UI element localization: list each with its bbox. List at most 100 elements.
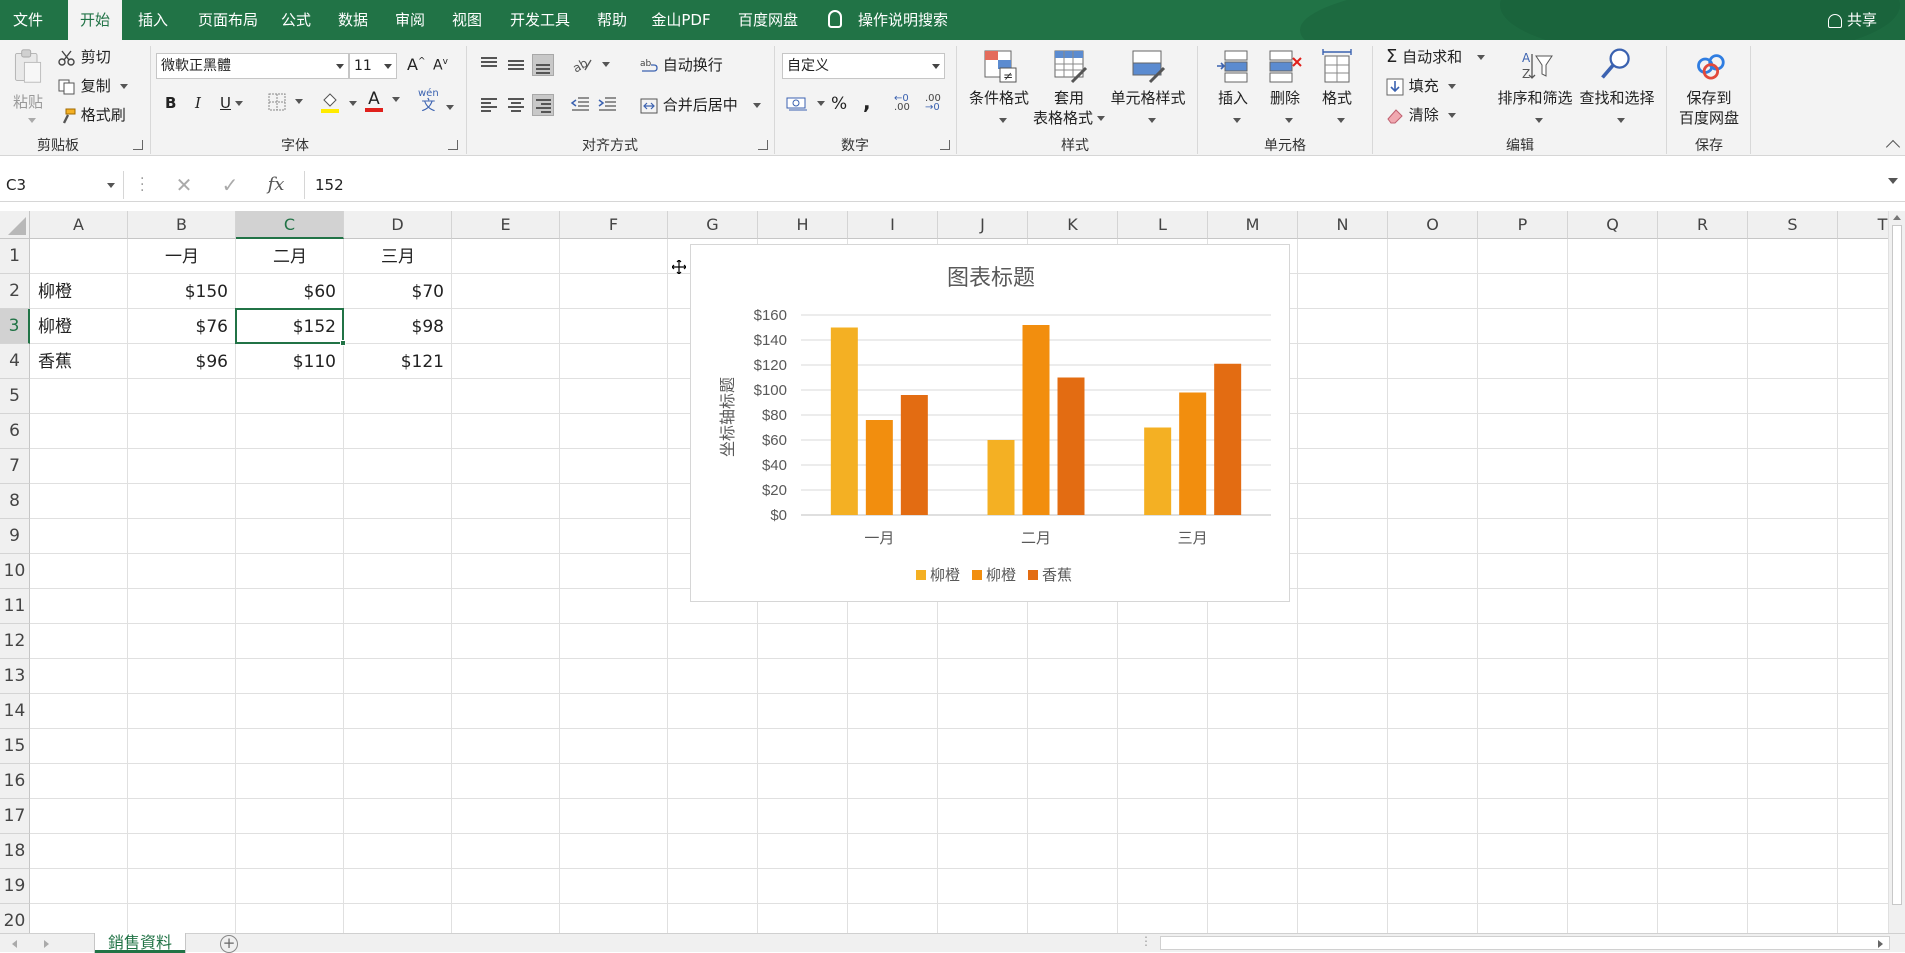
- row-header-12[interactable]: 12: [0, 624, 30, 659]
- comma-button[interactable]: ,: [863, 90, 871, 114]
- cell-B1[interactable]: 一月: [128, 239, 236, 274]
- vertical-scroll-thumb[interactable]: [1892, 225, 1902, 905]
- column-header-J[interactable]: J: [938, 211, 1028, 239]
- row-header-14[interactable]: 14: [0, 694, 30, 729]
- row-header-1[interactable]: 1: [0, 239, 30, 274]
- column-header-C[interactable]: C: [236, 211, 344, 239]
- column-header-R[interactable]: R: [1658, 211, 1748, 239]
- orientation-button[interactable]: ab: [571, 54, 610, 74]
- tab-view[interactable]: 视图: [442, 0, 492, 40]
- chart-legend[interactable]: 柳橙 柳橙 香蕉: [916, 567, 1072, 584]
- paste-button[interactable]: 粘贴: [8, 46, 48, 126]
- row-header-3[interactable]: 3: [0, 309, 30, 344]
- increase-decimal-button[interactable]: ←0.00: [894, 94, 910, 113]
- cell-B2[interactable]: $150: [128, 274, 236, 309]
- font-launcher-icon[interactable]: [448, 140, 458, 150]
- font-name-select[interactable]: 微軟正黑體: [156, 53, 349, 79]
- find-select-button[interactable]: 查找和选择: [1576, 46, 1658, 132]
- increase-indent-button[interactable]: [597, 94, 617, 113]
- row-header-20[interactable]: 20: [0, 904, 30, 933]
- merge-center-button[interactable]: 合并后居中: [640, 94, 761, 115]
- row-header-7[interactable]: 7: [0, 449, 30, 484]
- cell-A2[interactable]: 柳橙: [30, 274, 128, 309]
- format-painter-button[interactable]: 格式刷: [58, 104, 126, 125]
- row-header-11[interactable]: 11: [0, 589, 30, 624]
- cut-button[interactable]: 剪切: [58, 46, 111, 67]
- sort-filter-button[interactable]: AZ 排序和筛选: [1494, 46, 1576, 132]
- tab-page-layout[interactable]: 页面布局: [188, 0, 268, 40]
- row-header-8[interactable]: 8: [0, 484, 30, 519]
- row-header-5[interactable]: 5: [0, 379, 30, 414]
- active-cell-selection[interactable]: [235, 308, 346, 346]
- tab-file[interactable]: 文件: [0, 0, 56, 40]
- row-header-18[interactable]: 18: [0, 834, 30, 869]
- column-header-F[interactable]: F: [560, 211, 668, 239]
- name-box[interactable]: C3: [0, 171, 124, 199]
- share-button[interactable]: 共享: [1828, 0, 1877, 40]
- column-header-I[interactable]: I: [848, 211, 938, 239]
- row-header-19[interactable]: 19: [0, 869, 30, 904]
- column-header-T[interactable]: T: [1838, 211, 1888, 239]
- column-header-N[interactable]: N: [1298, 211, 1388, 239]
- column-header-O[interactable]: O: [1388, 211, 1478, 239]
- clipboard-launcher-icon[interactable]: [133, 140, 143, 150]
- embedded-chart[interactable]: 图表标题 坐标轴标题 $0 $20 $40 $60 $80 $100 $120 $140 $16…: [690, 244, 1290, 602]
- row-header-10[interactable]: 10: [0, 554, 30, 589]
- underline-button[interactable]: U: [220, 94, 243, 112]
- cell-D1[interactable]: 三月: [344, 239, 452, 274]
- chart-bar[interactable]: [1179, 392, 1207, 516]
- chart-bar[interactable]: [900, 395, 928, 515]
- clear-button[interactable]: 清除: [1386, 104, 1456, 125]
- cell-B4[interactable]: $96: [128, 344, 236, 379]
- tab-developer[interactable]: 开发工具: [500, 0, 580, 40]
- wrap-text-button[interactable]: ab 自动换行: [640, 54, 723, 75]
- tab-formulas[interactable]: 公式: [272, 0, 320, 40]
- sheet-tab-sales-data[interactable]: 銷售資料: [95, 933, 185, 953]
- chart-bar[interactable]: [1057, 377, 1085, 516]
- column-header-B[interactable]: B: [128, 211, 236, 239]
- cell-styles-button[interactable]: 单元格样式: [1108, 46, 1188, 132]
- chart-bar[interactable]: [1022, 325, 1050, 515]
- cell-C2[interactable]: $60: [236, 274, 344, 309]
- alignment-launcher-icon[interactable]: [758, 140, 768, 150]
- row-header-6[interactable]: 6: [0, 414, 30, 449]
- grow-font-button[interactable]: A^: [407, 55, 426, 74]
- format-cells-button[interactable]: 格式: [1314, 46, 1360, 132]
- fill-button[interactable]: 填充: [1386, 75, 1456, 96]
- expand-formula-bar-icon[interactable]: [1888, 178, 1898, 184]
- fill-color-button[interactable]: [320, 92, 357, 114]
- column-header-Q[interactable]: Q: [1568, 211, 1658, 239]
- copy-button[interactable]: 复制: [58, 75, 128, 96]
- horizontal-scrollbar[interactable]: [1160, 936, 1890, 950]
- align-top-button[interactable]: [478, 54, 500, 76]
- tab-help[interactable]: 帮助: [588, 0, 636, 40]
- select-all-button[interactable]: [0, 211, 30, 239]
- tab-review[interactable]: 审阅: [386, 0, 434, 40]
- cell-C4[interactable]: $110: [236, 344, 344, 379]
- confirm-formula-button[interactable]: ✓: [216, 172, 244, 198]
- chart-bar[interactable]: [1144, 427, 1172, 516]
- align-middle-button[interactable]: [505, 54, 527, 76]
- align-bottom-button[interactable]: [532, 54, 554, 76]
- next-sheet-icon[interactable]: [44, 940, 49, 948]
- scroll-split-handle-icon[interactable]: ⋮: [1140, 934, 1152, 948]
- column-header-H[interactable]: H: [758, 211, 848, 239]
- cell-A4[interactable]: 香蕉: [30, 344, 128, 379]
- fill-handle[interactable]: [340, 340, 346, 346]
- shrink-font-button[interactable]: Av: [433, 57, 448, 74]
- decrease-decimal-button[interactable]: .00 →0: [925, 94, 941, 113]
- tab-baidu-netdisk[interactable]: 百度网盘: [726, 0, 810, 40]
- column-header-A[interactable]: A: [30, 211, 128, 239]
- row-header-2[interactable]: 2: [0, 274, 30, 309]
- prev-sheet-icon[interactable]: [12, 940, 17, 948]
- format-as-table-button[interactable]: 套用 表格格式: [1030, 46, 1108, 132]
- bold-button[interactable]: B: [165, 94, 176, 112]
- cell-C1[interactable]: 二月: [236, 239, 344, 274]
- row-header-9[interactable]: 9: [0, 519, 30, 554]
- chart-axis-title[interactable]: 坐标轴标题: [719, 377, 737, 457]
- cell-A3[interactable]: 柳橙: [30, 309, 128, 344]
- row-header-13[interactable]: 13: [0, 659, 30, 694]
- scroll-right-icon[interactable]: [1878, 940, 1883, 948]
- insert-function-button[interactable]: fx: [262, 172, 290, 198]
- chart-bar[interactable]: [987, 440, 1015, 515]
